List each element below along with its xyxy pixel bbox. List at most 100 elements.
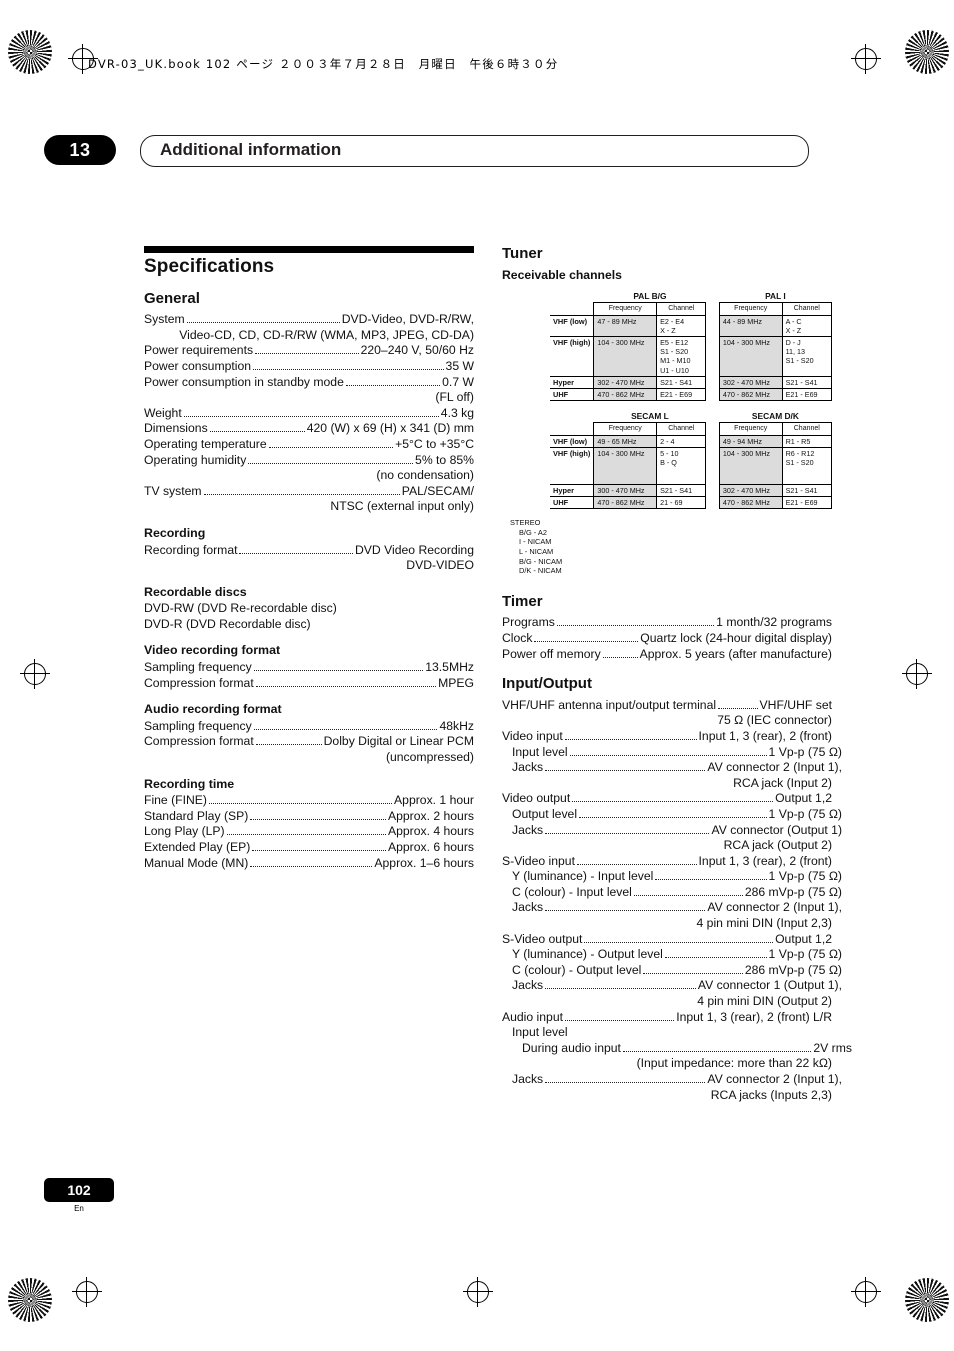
spec-label: Video input xyxy=(502,728,563,743)
spec-line: DVD-R (DVD Recordable disc) xyxy=(144,616,311,631)
subheading-receivable-channels: Receivable channels xyxy=(502,267,622,282)
cell-channel: E21 - E69 xyxy=(781,496,833,510)
heading-timer: Timer xyxy=(502,592,543,610)
spec-value: Approx. 1–6 hours xyxy=(374,855,474,870)
spec-value: 0.7 W xyxy=(442,374,474,389)
spec-label: Standard Play (SP) xyxy=(144,808,249,823)
spec-label: During audio input xyxy=(522,1040,621,1055)
spec-value: 1 Vp-p (75 Ω) xyxy=(768,869,842,884)
spec-value: 1 Vp-p (75 Ω) xyxy=(768,947,842,962)
table-col-header: Frequency xyxy=(718,422,783,436)
table-row: Hyper 302 - 470 MHz S21 - S41 302 - 470 … xyxy=(550,375,833,390)
cell-frequency: 47 - 89 MHz xyxy=(593,314,658,338)
stereo-item: D/K - NICAM xyxy=(519,566,562,576)
spec-label: Sampling frequency xyxy=(144,718,252,733)
cell-channel: 21 - 69 xyxy=(656,496,707,510)
cell-channel: 2 - 4 xyxy=(656,434,707,448)
cell-frequency: 300 - 470 MHz xyxy=(593,483,658,498)
spec-continuation: RCA jack (Input 2) xyxy=(733,775,832,790)
spec-value: 2V rms xyxy=(813,1040,852,1055)
table-row: Hyper 300 - 470 MHz S21 - S41 302 - 470 … xyxy=(550,483,833,498)
spec-label: Video output xyxy=(502,791,571,806)
spec-continuation: NTSC (external input only) xyxy=(330,499,474,514)
registration-circle-top-right xyxy=(905,30,949,74)
spec-value: MPEG xyxy=(438,675,474,690)
table-row: VHF (high) 104 - 300 MHz 5 - 10 B - Q 10… xyxy=(550,446,833,485)
cell-frequency: 104 - 300 MHz xyxy=(593,336,658,377)
spec-value: DVD-Video, DVD-R/RW, xyxy=(341,312,474,327)
heading-general: General xyxy=(144,289,200,307)
spec-label: Jacks xyxy=(512,900,544,915)
table-col-header: Frequency xyxy=(718,302,783,316)
spec-value: Input 1, 3 (rear), 2 (front) xyxy=(698,728,832,743)
spec-value: VHF/UHF set xyxy=(759,697,832,712)
spec-label: Operating humidity xyxy=(144,452,247,467)
cell-channel: A - C X - Z xyxy=(781,314,833,338)
cell-frequency: 104 - 300 MHz xyxy=(718,336,783,377)
spec-label: Weight xyxy=(144,405,182,420)
spec-value: PAL/SECAM/ xyxy=(401,483,474,498)
book-header-line: DVR-03_UK.book 102 ページ ２００３年７月２８日 月曜日 午後… xyxy=(88,57,559,71)
spec-label: TV system xyxy=(144,483,202,498)
heading-video-recording-format: Video recording format xyxy=(144,643,281,658)
cell-frequency: 470 - 862 MHz xyxy=(593,388,658,402)
table-col-header: Channel xyxy=(656,302,707,316)
registration-circle-bottom-right xyxy=(905,1278,949,1322)
stereo-title: STEREO xyxy=(510,518,541,528)
spec-label: Clock xyxy=(502,630,533,645)
spec-value: 286 mVp-p (75 Ω) xyxy=(744,962,842,977)
cell-frequency: 44 - 89 MHz xyxy=(718,314,783,338)
spec-label: Recording format xyxy=(144,542,238,557)
spec-label: Y (luminance) - Input level xyxy=(512,869,654,884)
heading-input-output: Input/Output xyxy=(502,675,592,693)
spec-value: DVD Video Recording xyxy=(354,542,474,557)
spec-value: 286 mVp-p (75 Ω) xyxy=(744,884,842,899)
spec-value: AV connector 2 (Input 1), xyxy=(707,760,842,775)
registration-circle-bottom-left xyxy=(8,1278,52,1322)
spec-label: Jacks xyxy=(512,822,544,837)
spec-label: Compression format xyxy=(144,675,254,690)
spec-label: C (colour) - Output level xyxy=(512,962,642,977)
spec-value: +5°C to +35°C xyxy=(395,436,474,451)
heading-tuner: Tuner xyxy=(502,245,543,262)
spec-value: Approx. 1 hour xyxy=(394,793,474,808)
spec-value: Approx. 4 hours xyxy=(387,824,474,839)
stereo-list: STEREO B/G - A2 I - NICAM L - NICAM B/G … xyxy=(510,518,832,576)
spec-label: Input level xyxy=(512,744,568,759)
spec-value: Output 1,2 xyxy=(775,931,832,946)
spec-label: Programs xyxy=(502,615,555,630)
heading-recordable-discs: Recordable discs xyxy=(144,584,247,599)
cell-channel: D - J 11, 13 S1 - S20 xyxy=(781,336,833,377)
spec-value: 420 (W) x 69 (H) x 341 (D) mm xyxy=(306,421,474,436)
cell-frequency: 104 - 300 MHz xyxy=(593,446,658,485)
spec-label: Operating temperature xyxy=(144,436,267,451)
registration-circle-top-left xyxy=(8,30,52,74)
spec-value: Approx. 6 hours xyxy=(387,840,474,854)
table-row: VHF (low) 47 - 89 MHz E2 - E4 X - Z 44 -… xyxy=(550,314,833,338)
stereo-item: L - NICAM xyxy=(519,547,554,557)
spec-label: S-Video input xyxy=(502,853,575,868)
spec-value: 1 Vp-p (75 Ω) xyxy=(768,744,842,759)
stereo-item: B/G - A2 xyxy=(519,527,547,537)
spec-value: Approx. 5 years (after manufacture) xyxy=(639,646,832,661)
spec-value: 13.5MHz xyxy=(425,660,474,675)
spec-label: Long Play (LP) xyxy=(144,824,225,839)
cell-frequency: 470 - 862 MHz xyxy=(718,496,783,510)
table-group-header: SECAM L xyxy=(593,411,706,424)
spec-label: Sampling frequency xyxy=(144,660,252,675)
spec-value: 1 Vp-p (75 Ω) xyxy=(768,806,842,821)
registration-cross-top-right xyxy=(851,44,881,74)
io-rows: VHF/UHF antenna input/output terminal VHF… xyxy=(502,697,852,1103)
spec-label: Power consumption xyxy=(144,358,252,373)
spec-label: VHF/UHF antenna input/output terminal xyxy=(502,697,717,712)
spec-value: Quartz lock (24-hour digital display) xyxy=(640,630,832,645)
cell-frequency: 49 - 94 MHz xyxy=(718,434,783,448)
table-col-header: Channel xyxy=(781,302,833,316)
cell-frequency: 49 - 65 MHz xyxy=(593,434,658,448)
cell-channel: R1 - R5 xyxy=(781,434,833,448)
spec-value: 48kHz xyxy=(439,718,474,733)
registration-cross-mid-left xyxy=(20,659,50,689)
spec-continuation: Video-CD, CD, CD-R/RW (WMA, MP3, JPEG, C… xyxy=(179,327,474,342)
right-column: Tuner Receivable channels PAL B/G PAL I … xyxy=(502,245,852,1103)
spec-continuation: (FL off) xyxy=(435,390,474,405)
